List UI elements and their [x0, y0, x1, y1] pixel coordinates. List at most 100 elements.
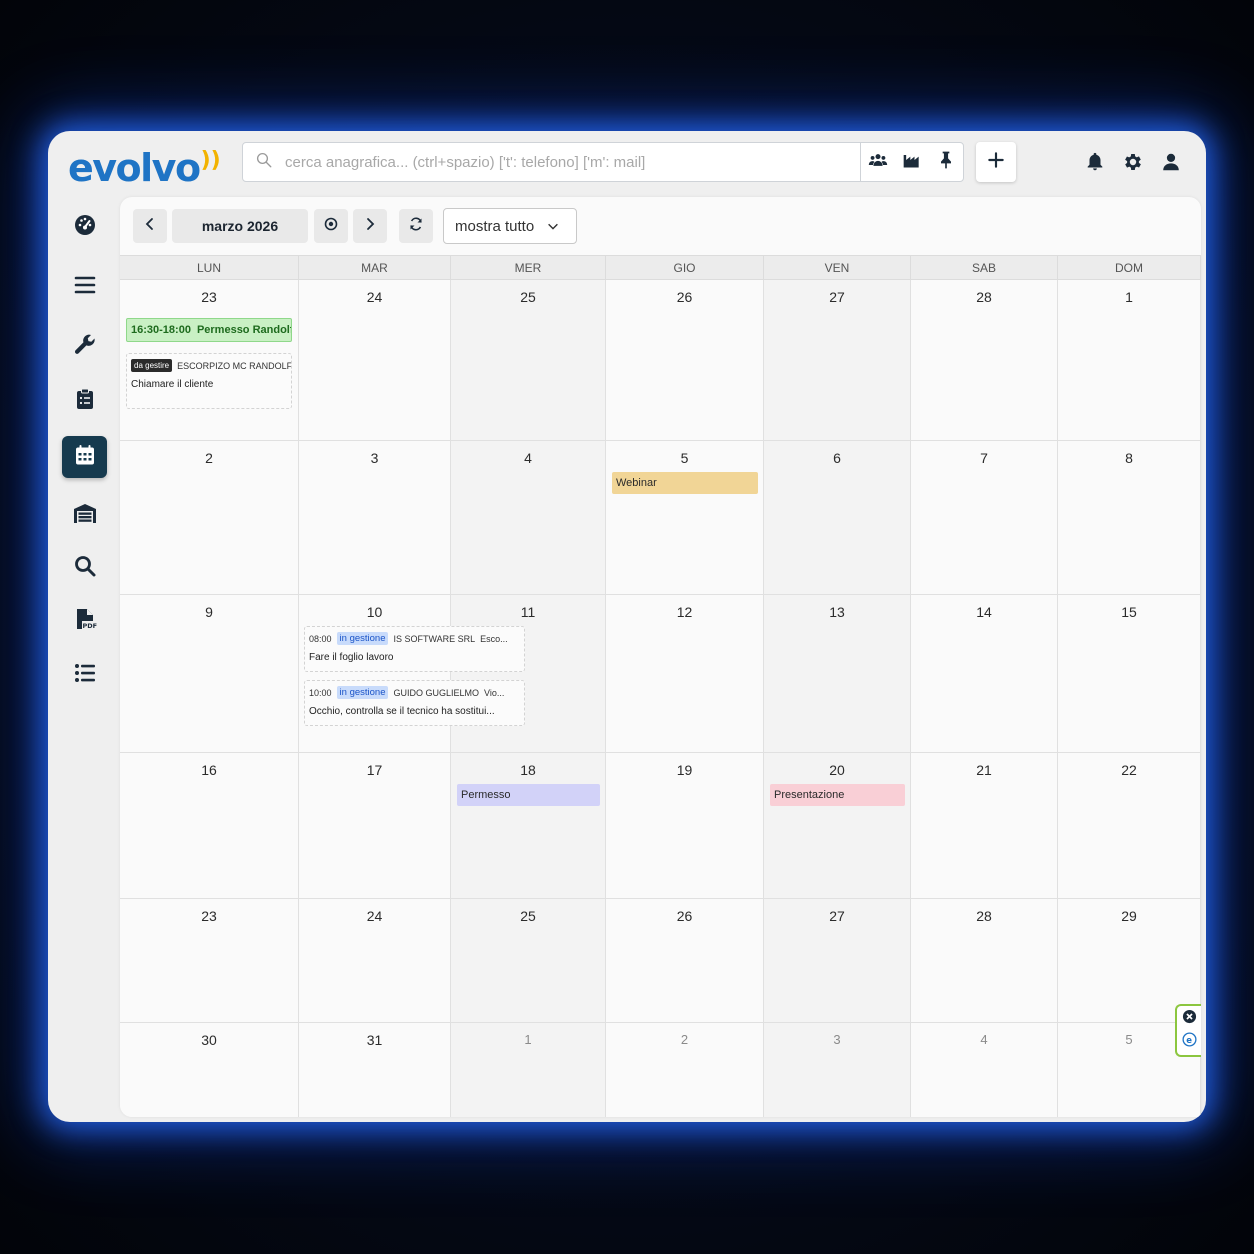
- day-number[interactable]: 5: [606, 450, 763, 466]
- day-number[interactable]: 23: [120, 289, 298, 305]
- day-cell[interactable]: 13: [764, 595, 911, 753]
- day-cell[interactable]: 21: [911, 753, 1058, 899]
- day-cell[interactable]: 7: [911, 441, 1058, 595]
- day-number[interactable]: 27: [764, 908, 910, 924]
- day-cell[interactable]: 24: [299, 280, 451, 441]
- day-cell[interactable]: 12: [606, 595, 764, 753]
- event-permesso-randolf[interactable]: 16:30-18:00 Permesso Randolf: [126, 318, 292, 342]
- day-number[interactable]: 17: [299, 762, 450, 778]
- day-cell[interactable]: 23: [120, 899, 299, 1023]
- day-cell[interactable]: 1: [451, 1023, 606, 1117]
- day-number[interactable]: 12: [606, 604, 763, 620]
- day-number[interactable]: 1: [1058, 289, 1200, 305]
- day-cell[interactable]: 3: [764, 1023, 911, 1117]
- day-cell[interactable]: 1: [1058, 280, 1201, 441]
- day-cell[interactable]: 15: [1058, 595, 1201, 753]
- day-number[interactable]: 24: [299, 289, 450, 305]
- day-cell[interactable]: 25: [451, 280, 606, 441]
- day-cell[interactable]: 16: [120, 753, 299, 899]
- day-number[interactable]: 3: [764, 1032, 910, 1047]
- day-cell[interactable]: 4: [451, 441, 606, 595]
- day-number[interactable]: 25: [451, 908, 605, 924]
- day-number[interactable]: 19: [606, 762, 763, 778]
- day-number[interactable]: 13: [764, 604, 910, 620]
- day-number[interactable]: 22: [1058, 762, 1200, 778]
- pin-button[interactable]: [929, 143, 963, 181]
- day-cell[interactable]: 26: [606, 899, 764, 1023]
- day-cell[interactable]: 9: [120, 595, 299, 753]
- add-button[interactable]: [976, 142, 1016, 182]
- day-number[interactable]: 26: [606, 908, 763, 924]
- day-number[interactable]: 4: [911, 1032, 1057, 1047]
- day-cell[interactable]: 18 Permesso: [451, 753, 606, 899]
- day-number[interactable]: 16: [120, 762, 298, 778]
- day-cell[interactable]: 17: [299, 753, 451, 899]
- sidebar-item-tasks[interactable]: [62, 380, 107, 422]
- day-number[interactable]: 11: [451, 604, 605, 620]
- day-number[interactable]: 18: [451, 762, 605, 778]
- day-number[interactable]: 8: [1058, 450, 1200, 466]
- day-number[interactable]: 15: [1058, 604, 1200, 620]
- day-cell[interactable]: 6: [764, 441, 911, 595]
- prev-month-button[interactable]: [133, 209, 167, 243]
- day-cell[interactable]: 26: [606, 280, 764, 441]
- event-card-escorpizo[interactable]: da gestire ESCORPIZO MC RANDOLF Chiamare i…: [126, 353, 292, 409]
- day-number[interactable]: 26: [606, 289, 763, 305]
- day-number[interactable]: 23: [120, 908, 298, 924]
- day-cell[interactable]: 2: [120, 441, 299, 595]
- sidebar-item-menu[interactable]: [62, 266, 107, 308]
- day-cell[interactable]: 23 16:30-18:00 Permesso Randolf da gestire E…: [120, 280, 299, 441]
- day-number[interactable]: 1: [451, 1032, 605, 1047]
- event-card-guido[interactable]: 10:00 in gestione GUIDO GUGLIELMO Vio... Occ…: [304, 680, 525, 726]
- day-number[interactable]: 24: [299, 908, 450, 924]
- day-number[interactable]: 14: [911, 604, 1057, 620]
- day-number[interactable]: 7: [911, 450, 1057, 466]
- day-number[interactable]: 31: [299, 1032, 450, 1048]
- day-cell[interactable]: 28: [911, 899, 1058, 1023]
- factory-button[interactable]: [895, 143, 929, 181]
- day-cell[interactable]: 20 Presentazione: [764, 753, 911, 899]
- day-number[interactable]: 6: [764, 450, 910, 466]
- day-number[interactable]: 27: [764, 289, 910, 305]
- event-permesso[interactable]: Permesso: [457, 784, 600, 806]
- day-number[interactable]: 9: [120, 604, 298, 620]
- day-cell[interactable]: 11: [451, 595, 606, 753]
- day-cell[interactable]: 2: [606, 1023, 764, 1117]
- search-input[interactable]: [285, 153, 860, 171]
- day-cell[interactable]: 3: [299, 441, 451, 595]
- day-cell[interactable]: 24: [299, 899, 451, 1023]
- day-cell[interactable]: 14: [911, 595, 1058, 753]
- day-cell[interactable]: 25: [451, 899, 606, 1023]
- day-number[interactable]: 3: [299, 450, 450, 466]
- settings-button[interactable]: [1122, 151, 1144, 173]
- people-button[interactable]: [861, 143, 895, 181]
- day-number[interactable]: 28: [911, 908, 1057, 924]
- profile-button[interactable]: [1160, 151, 1182, 173]
- filter-select[interactable]: mostra tutto: [443, 208, 577, 244]
- day-cell[interactable]: 30: [120, 1023, 299, 1117]
- event-presentazione[interactable]: Presentazione: [770, 784, 905, 806]
- day-cell[interactable]: 19: [606, 753, 764, 899]
- day-cell[interactable]: 31: [299, 1023, 451, 1117]
- sidebar-item-list[interactable]: [62, 654, 107, 696]
- event-webinar[interactable]: Webinar: [612, 472, 758, 494]
- day-cell[interactable]: 27: [764, 899, 911, 1023]
- event-card-is-software[interactable]: 08:00 in gestione IS SOFTWARE SRL Esco... Fa…: [304, 626, 525, 672]
- search-field[interactable]: [243, 143, 860, 181]
- sidebar-item-warehouse[interactable]: [62, 494, 107, 536]
- day-cell[interactable]: 22: [1058, 753, 1201, 899]
- close-circle-icon[interactable]: [1182, 1009, 1197, 1029]
- app-logo[interactable]: evolvo )): [68, 141, 221, 187]
- refresh-button[interactable]: [399, 209, 433, 243]
- today-button[interactable]: [314, 209, 348, 243]
- day-number[interactable]: 20: [764, 762, 910, 778]
- day-cell[interactable]: 8: [1058, 441, 1201, 595]
- sidebar-item-dashboard[interactable]: [62, 206, 107, 248]
- sidebar-item-calendar[interactable]: [62, 436, 107, 478]
- day-number[interactable]: 25: [451, 289, 605, 305]
- sidebar-item-tools[interactable]: [62, 325, 107, 367]
- day-cell[interactable]: 27: [764, 280, 911, 441]
- day-number[interactable]: 4: [451, 450, 605, 466]
- day-cell[interactable]: 10 08:00 in gestione IS SOFTWARE SRL Esco...…: [299, 595, 525, 753]
- day-number[interactable]: 2: [606, 1032, 763, 1047]
